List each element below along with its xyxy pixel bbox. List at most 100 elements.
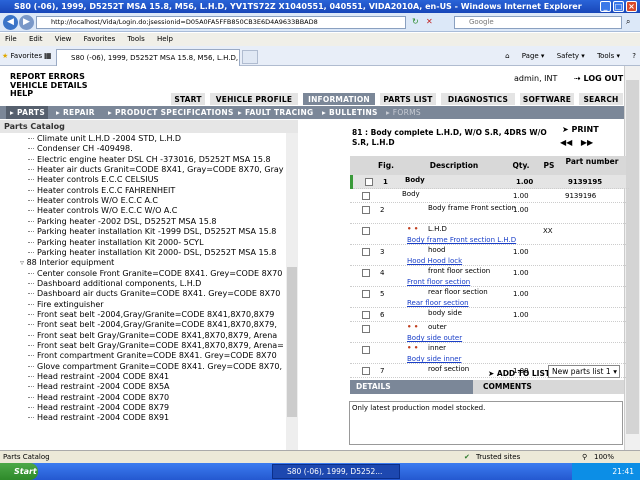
help-icon[interactable]: ?: [632, 52, 636, 60]
tree-item[interactable]: Parking heater installation Kit -1999 DS…: [28, 227, 276, 237]
row-checkbox[interactable]: [362, 206, 370, 214]
stop-icon[interactable]: ✕: [426, 17, 433, 26]
related-section-link[interactable]: Hood Hood lock: [407, 257, 462, 265]
tree-group[interactable]: ▿ 88 Interior equipment: [20, 258, 114, 268]
maximize-button[interactable]: □: [613, 1, 624, 12]
tree-item[interactable]: Dashboard air ducts Granite=CODE 8X41. G…: [28, 289, 280, 299]
tree-item[interactable]: Heater air ducts Granit=CODE 8X41, Gray=…: [28, 165, 284, 175]
row-checkbox[interactable]: [365, 178, 373, 186]
subnav-parts[interactable]: ▸ PARTS: [6, 106, 48, 119]
home-icon[interactable]: ⌂: [505, 52, 509, 60]
tree-item[interactable]: Head restraint -2004 CODE 8X70: [28, 393, 169, 403]
zoom-level[interactable]: 100%: [594, 451, 614, 463]
table-row[interactable]: Body 1.00 9139196: [350, 189, 626, 203]
safety-menu[interactable]: Safety ▾: [557, 52, 585, 60]
catalog-scrollbar[interactable]: [286, 133, 298, 450]
forward-button[interactable]: ▶: [19, 15, 34, 30]
tree-item[interactable]: Climate unit L.H.D -2004 STD, L.H.D: [28, 134, 181, 144]
start-button[interactable]: Start: [0, 463, 38, 480]
page-menu[interactable]: Page ▾: [522, 52, 545, 60]
tree-item[interactable]: Heater controls E.C.C FAHRENHEIT: [28, 186, 175, 196]
row-checkbox[interactable]: [362, 311, 370, 319]
related-section-link[interactable]: Body side inner: [407, 355, 461, 363]
new-tab-button[interactable]: [242, 50, 258, 64]
tree-item[interactable]: Heater controls W/O E.C.C W/O A.C: [28, 206, 177, 216]
tools-menu[interactable]: Tools ▾: [597, 52, 620, 60]
next-icon[interactable]: ▶▶: [581, 138, 593, 147]
subnav-fault-tracing[interactable]: ▸ FAULT TRACING: [238, 106, 314, 119]
row-checkbox[interactable]: [362, 192, 370, 200]
subnav-product-specifications[interactable]: ▸ PRODUCT SPECIFICATIONS: [108, 106, 234, 119]
menu-view[interactable]: View: [55, 35, 72, 43]
refresh-icon[interactable]: ↻: [412, 17, 419, 26]
tree-item[interactable]: Electric engine heater DSL CH -373016, D…: [28, 155, 271, 165]
tree-item[interactable]: Parking heater -2002 DSL, D5252T MSA 15.…: [28, 217, 216, 227]
page-scrollbar[interactable]: [624, 66, 640, 450]
menu-help[interactable]: Help: [157, 35, 173, 43]
related-section-link[interactable]: Rear floor section: [407, 299, 469, 307]
tree-item[interactable]: Front seat belt -2004,Gray/Granite=CODE …: [28, 320, 277, 330]
subnav-forms[interactable]: ▸ FORMS: [386, 106, 421, 119]
tab-comments[interactable]: COMMENTS: [473, 380, 624, 394]
tree-item[interactable]: Heater controls W/O E.C.C A.C: [28, 196, 158, 206]
address-bar[interactable]: http://localhost/Vida/Login.do;jsessioni…: [36, 16, 406, 29]
menu-edit[interactable]: Edit: [29, 35, 43, 43]
tree-item[interactable]: Head restraint -2004 CODE 8X91: [28, 413, 169, 423]
tree-item[interactable]: Front compartment Granite=CODE 8X41. Gre…: [28, 351, 277, 361]
tab-grid-icon[interactable]: ▦: [44, 51, 52, 60]
row-checkbox[interactable]: [362, 227, 370, 235]
tree-item[interactable]: Front seat belt Gray/Granite=CODE 8X41,8…: [28, 331, 277, 341]
tab-parts-list[interactable]: PARTS LIST: [379, 92, 437, 106]
print-button[interactable]: ➤ PRINT: [562, 125, 599, 134]
tree-item[interactable]: Center console Front Granite=CODE 8X41. …: [28, 269, 282, 279]
logout-link[interactable]: ⇢ LOG OUT: [574, 74, 623, 83]
tab-search[interactable]: SEARCH: [578, 92, 624, 106]
close-window-button[interactable]: ×: [626, 1, 637, 12]
table-row[interactable]: 4 front floor section 1.00 Front floor sect…: [350, 266, 626, 287]
tab-start[interactable]: START: [170, 92, 206, 106]
back-button[interactable]: ◀: [3, 15, 18, 30]
table-row[interactable]: 6 body side 1.00: [350, 308, 626, 322]
table-row[interactable]: 2 Body frame Front section 1.00: [350, 203, 626, 224]
row-checkbox[interactable]: [362, 290, 370, 298]
row-checkbox[interactable]: [362, 325, 370, 333]
tab-software[interactable]: SOFTWARE: [519, 92, 575, 106]
subnav-repair[interactable]: ▸ REPAIR: [56, 106, 95, 119]
tree-item[interactable]: Parking heater installation Kit 2000- DS…: [28, 248, 276, 258]
parts-list-select[interactable]: New parts list 1 ▾: [548, 365, 620, 378]
tree-item[interactable]: Front seat belt -2004,Gray/Granite=CODE …: [28, 310, 274, 320]
subnav-bulletins[interactable]: ▸ BULLETINS: [322, 106, 378, 119]
row-checkbox[interactable]: [362, 346, 370, 354]
tree-item[interactable]: Front seat belt Gray/Granite=CODE 8X41,8…: [28, 341, 284, 351]
tree-item[interactable]: Fire extinguisher: [28, 300, 104, 310]
search-input[interactable]: Google: [454, 16, 622, 29]
tree-item[interactable]: Glove compartment Granite=CODE 8X41. Gre…: [28, 362, 282, 372]
related-section-link[interactable]: Body frame Front section L.H.D: [407, 236, 516, 244]
tree-item[interactable]: Heater controls E.C.C CELSIUS: [28, 175, 159, 185]
tab-information[interactable]: INFORMATION: [302, 92, 376, 106]
tree-item[interactable]: Head restraint -2004 CODE 8X41: [28, 372, 169, 382]
related-section-link[interactable]: Body side outer: [407, 334, 462, 342]
tree-item[interactable]: Condenser CH -409498.: [28, 144, 133, 154]
related-section-link[interactable]: Front floor section: [407, 278, 470, 286]
help-link[interactable]: HELP: [10, 89, 88, 99]
tab-vehicle-profile[interactable]: VEHICLE PROFILE: [209, 92, 299, 106]
table-row[interactable]: • • inner Body side inner: [350, 343, 626, 364]
favorites-button[interactable]: ★ Favorites: [2, 50, 42, 62]
row-checkbox[interactable]: [362, 367, 370, 375]
table-row[interactable]: 5 rear floor section 1.00 Rear floor sectio…: [350, 287, 626, 308]
minimize-button[interactable]: _: [600, 1, 611, 12]
taskbar-item[interactable]: S80 (-06), 1999, D5252...: [272, 464, 400, 479]
table-row[interactable]: 1 Body 1.00 9139195: [350, 175, 629, 189]
tree-item[interactable]: Parking heater installation Kit 2000- 5C…: [28, 238, 204, 248]
tab-diagnostics[interactable]: DIAGNOSTICS: [440, 92, 516, 106]
row-checkbox[interactable]: [362, 248, 370, 256]
search-icon[interactable]: ⌕: [626, 17, 630, 27]
browser-tab[interactable]: S80 (-06), 1999, D5252T MSA 15.8, M56, L…: [56, 49, 240, 66]
menu-file[interactable]: File: [5, 35, 17, 43]
menu-favorites[interactable]: Favorites: [84, 35, 116, 43]
add-to-list-button[interactable]: ➤ ADD TO LIST: [488, 369, 550, 378]
menu-tools[interactable]: Tools: [127, 35, 144, 43]
table-row[interactable]: 3 hood 1.00 Hood Hood lock: [350, 245, 626, 266]
tree-item[interactable]: Head restraint -2004 CODE 8X79: [28, 403, 169, 413]
